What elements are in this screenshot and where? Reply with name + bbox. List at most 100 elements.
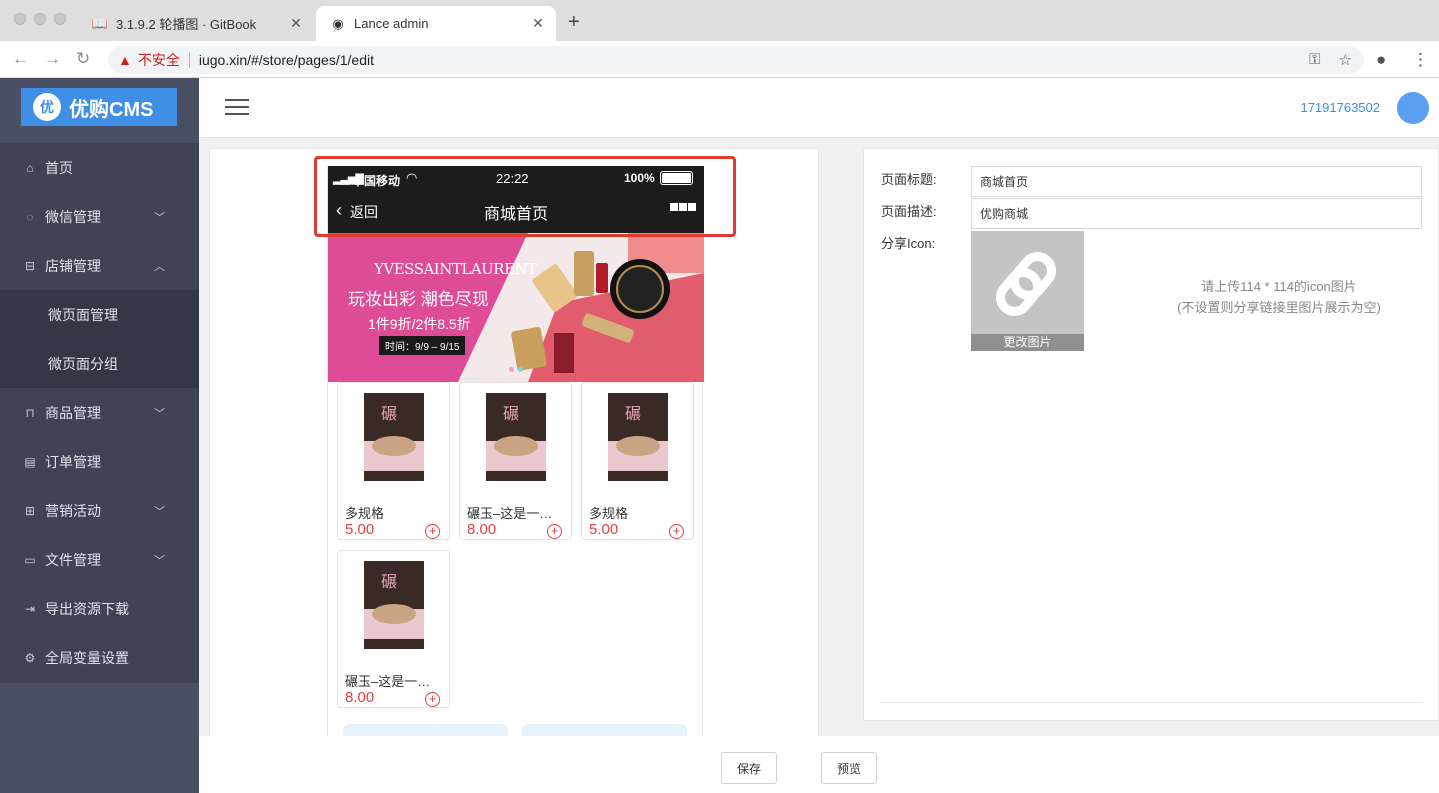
- profile-icon[interactable]: ●: [1376, 50, 1386, 70]
- share-icon-upload[interactable]: 更改图片: [971, 231, 1084, 351]
- avatar[interactable]: [1397, 92, 1429, 124]
- sidebar-item-label: 微信管理: [45, 208, 101, 225]
- carousel-dot[interactable]: [509, 367, 514, 372]
- product-name: 碾玉–这是一本书: [345, 674, 443, 689]
- title-input[interactable]: 商城首页: [971, 166, 1422, 197]
- hamburger-icon[interactable]: [225, 99, 249, 115]
- sidebar-item-wechat[interactable]: ◌ 微信管理 ﹀: [0, 192, 199, 241]
- link-icon: [996, 252, 1056, 316]
- product-price: 5.00: [589, 521, 619, 538]
- sidebar-item-export[interactable]: ⇥ 导出资源下载: [0, 584, 199, 633]
- product-card[interactable]: 碾 碾玉–这是一本书 8.00 +: [459, 382, 572, 540]
- change-image-button[interactable]: 更改图片: [971, 334, 1084, 351]
- sidebar-menu: ⌂ 首页 ◌ 微信管理 ﹀ ⊟ 店铺管理 ︿ 微页面管理 微页面分组 ⊓ 商品管理 ﹀ ▤ 订单…: [0, 143, 199, 683]
- preview-panel: ▂▃▅▇ 中国移动 ◠ 22:22 100% ‹ 返回 商城首页 YVESSAI…: [209, 148, 819, 764]
- tab-lance-admin[interactable]: ◉ Lance admin ✕: [316, 6, 556, 41]
- product-image: 碾: [486, 393, 546, 481]
- sidebar-item-label: 店铺管理: [45, 257, 101, 274]
- top-header: 17191763502: [199, 78, 1439, 138]
- reload-icon[interactable]: ↻: [76, 49, 90, 69]
- add-to-cart-icon[interactable]: +: [425, 692, 440, 707]
- book-icon: 📖: [91, 15, 109, 31]
- logo[interactable]: 优 优购CMS: [21, 88, 177, 126]
- sidebar-item-store[interactable]: ⊟ 店铺管理 ︿: [0, 241, 199, 290]
- add-to-cart-icon[interactable]: +: [669, 524, 684, 539]
- hint-line: (不设置则分享链接里图片展示为空): [1177, 300, 1381, 315]
- user-name[interactable]: 17191763502: [1300, 100, 1380, 115]
- forward-icon[interactable]: →: [44, 49, 61, 69]
- highlight-box: [314, 156, 736, 237]
- chevron-up-icon: ︿: [154, 260, 165, 273]
- globe-icon: ◉: [332, 15, 344, 31]
- add-to-cart-icon[interactable]: +: [425, 524, 440, 539]
- gift-icon: ⊞: [24, 503, 36, 518]
- home-icon: ⌂: [26, 160, 34, 175]
- tab-title: 3.1.9.2 轮播图 · GitBook: [116, 17, 257, 32]
- chevron-down-icon: ﹀: [154, 505, 165, 518]
- bag-icon: ⊓: [25, 405, 35, 420]
- svg-text:碾: 碾: [381, 572, 397, 591]
- hint-line: 请上传114 * 114的icon图片: [1201, 279, 1357, 294]
- svg-text:碾: 碾: [503, 404, 519, 423]
- desc-label: 页面描述:: [881, 204, 937, 219]
- title-label: 页面标题:: [881, 172, 937, 187]
- sidebar-item-label: 订单管理: [45, 453, 101, 470]
- close-icon[interactable]: ✕: [528, 15, 548, 32]
- close-icon[interactable]: ✕: [286, 15, 306, 32]
- product-price: 5.00: [345, 521, 375, 538]
- product-name: 多规格: [345, 506, 385, 521]
- menu-dots-icon[interactable]: ⋮: [1412, 50, 1429, 70]
- clipboard-icon: ▤: [24, 454, 36, 469]
- preview-button[interactable]: 预览: [821, 752, 877, 784]
- export-icon: ⇥: [24, 601, 36, 616]
- svg-text:碾: 碾: [625, 404, 641, 423]
- sidebar-item-label: 全局变量设置: [45, 649, 129, 666]
- sidebar-item-settings[interactable]: ⚙ 全局变量设置: [0, 633, 199, 682]
- sidebar-item-micropage-group[interactable]: 微页面分组: [0, 339, 199, 388]
- address-bar: ← → ↻ ▲ 不安全 iugo.xin/#/store/pages/1/edi…: [0, 41, 1439, 78]
- sidebar-item-files[interactable]: ▭ 文件管理 ﹀: [0, 535, 199, 584]
- folder-icon: ▭: [24, 552, 36, 567]
- desc-input[interactable]: 优购商城: [971, 198, 1422, 229]
- icon-label: 分享Icon:: [881, 236, 936, 251]
- tab-gitbook[interactable]: 📖 3.1.9.2 轮播图 · GitBook ✕: [78, 6, 314, 41]
- logo-badge: 优: [33, 93, 61, 121]
- warning-icon: ▲: [118, 52, 132, 68]
- sidebar-item-home[interactable]: ⌂ 首页: [0, 143, 199, 192]
- sidebar-item-goods[interactable]: ⊓ 商品管理 ﹀: [0, 388, 199, 437]
- url-text: iugo.xin/#/store/pages/1/edit: [198, 52, 374, 68]
- banner-carousel[interactable]: YVESSAINTLAURENT 玩妆出彩 潮色尽现 1件9折/2件8.5折 时…: [328, 233, 704, 382]
- product-price: 8.00: [467, 521, 497, 538]
- url-field[interactable]: ▲ 不安全 iugo.xin/#/store/pages/1/edit ⚿ ☆: [108, 46, 1364, 74]
- carousel-dot-active[interactable]: [518, 367, 523, 372]
- product-image: 碾: [364, 393, 424, 481]
- chevron-down-icon: ﹀: [154, 554, 165, 567]
- svg-text:碾: 碾: [381, 404, 397, 423]
- star-icon[interactable]: ☆: [1339, 51, 1352, 69]
- new-tab-icon[interactable]: +: [568, 11, 580, 34]
- divider: [881, 702, 1422, 703]
- product-card[interactable]: 碾 多规格 5.00 +: [337, 382, 450, 540]
- banner-date: 时间：9/9 – 9/15: [379, 336, 466, 355]
- settings-panel: 页面标题: 商城首页 页面描述: 优购商城 分享Icon: 更改图片 请上传11…: [863, 148, 1439, 721]
- sidebar-item-label: 导出资源下载: [45, 600, 129, 617]
- product-name: 多规格: [589, 506, 629, 521]
- product-card[interactable]: 碾 多规格 5.00 +: [581, 382, 694, 540]
- banner-headline: 玩妆出彩 潮色尽现: [348, 290, 489, 309]
- product-name: 碾玉–这是一本书: [467, 506, 565, 521]
- key-icon[interactable]: ⚿: [1309, 51, 1320, 69]
- logo-text: 优购CMS: [69, 98, 154, 121]
- sidebar: 优 优购CMS ⌂ 首页 ◌ 微信管理 ﹀ ⊟ 店铺管理 ︿ 微页面管理 微页面分组 ⊓ 商…: [0, 78, 199, 793]
- store-icon: ⊟: [24, 258, 36, 273]
- sidebar-item-micropage[interactable]: 微页面管理: [0, 290, 199, 339]
- upload-hint: 请上传114 * 114的icon图片 (不设置则分享链接里图片展示为空): [1154, 276, 1404, 318]
- phone-preview: ▂▃▅▇ 中国移动 ◠ 22:22 100% ‹ 返回 商城首页 YVESSAI…: [327, 166, 704, 764]
- back-icon[interactable]: ←: [12, 49, 29, 69]
- wechat-icon: ◌: [26, 209, 34, 224]
- sidebar-item-orders[interactable]: ▤ 订单管理: [0, 437, 199, 486]
- product-card[interactable]: 碾 碾玉–这是一本书 8.00 +: [337, 550, 450, 708]
- sidebar-item-label: 文件管理: [45, 551, 101, 568]
- sidebar-item-marketing[interactable]: ⊞ 营销活动 ﹀: [0, 486, 199, 535]
- add-to-cart-icon[interactable]: +: [547, 524, 562, 539]
- save-button[interactable]: 保存: [721, 752, 777, 784]
